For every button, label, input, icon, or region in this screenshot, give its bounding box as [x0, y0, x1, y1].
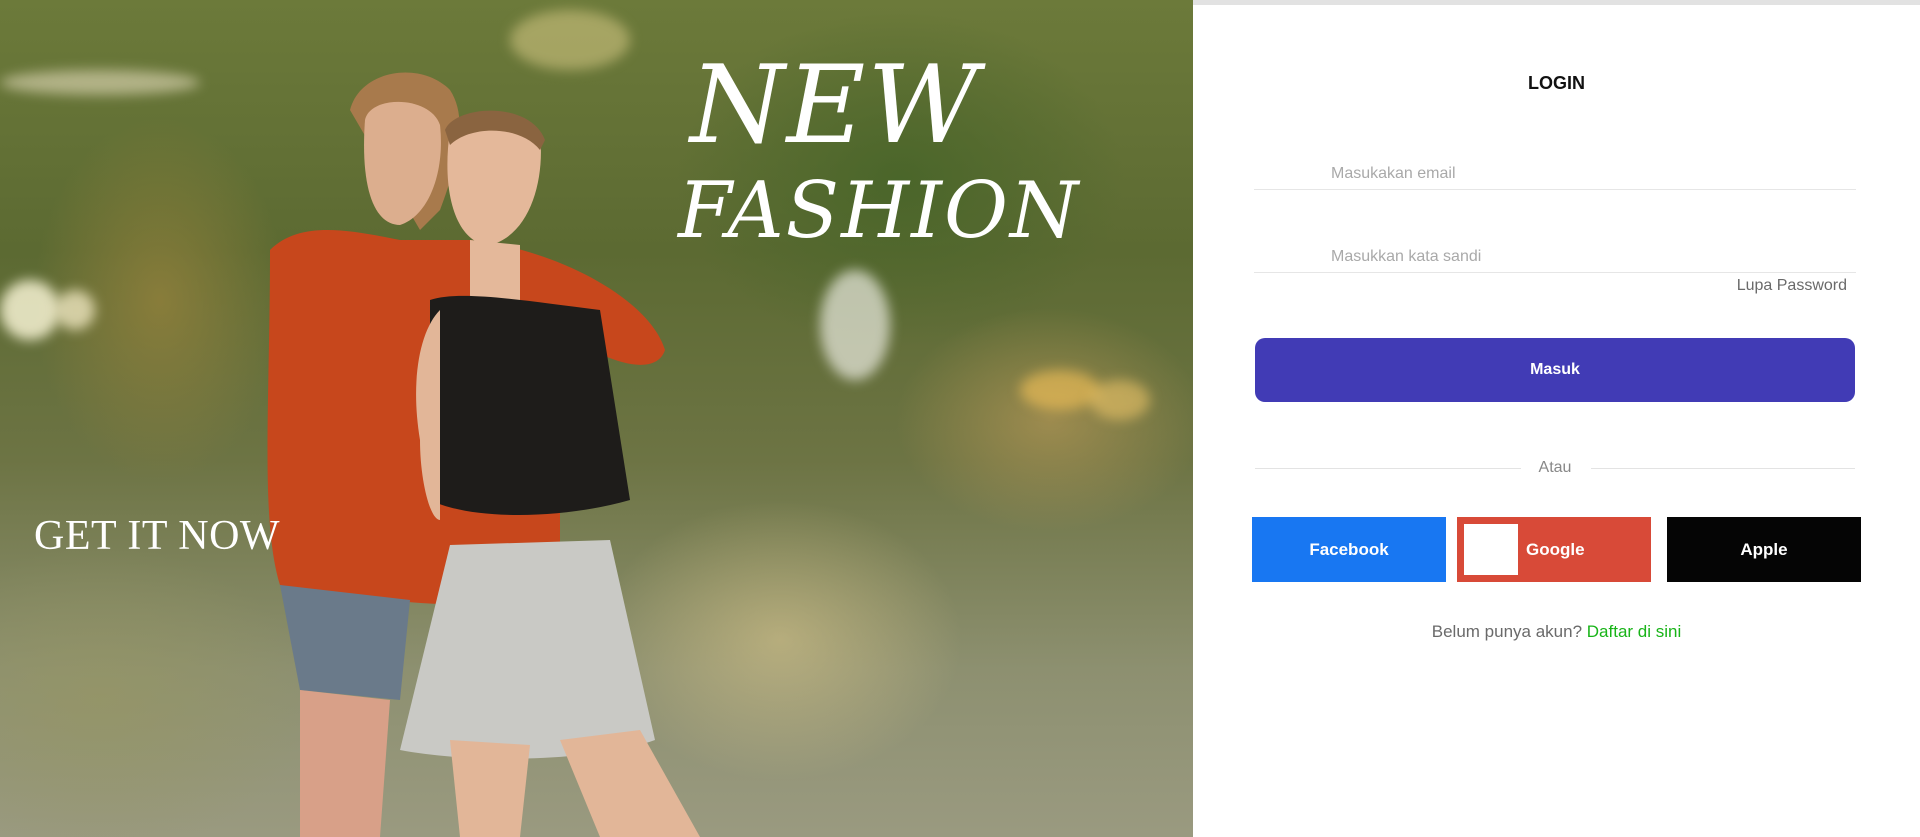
email-field — [1254, 146, 1856, 190]
hero-title-new: NEW — [690, 43, 981, 168]
email-input[interactable] — [1254, 146, 1856, 189]
login-submit-button[interactable]: Masuk — [1255, 338, 1855, 402]
signup-link[interactable]: Daftar di sini — [1587, 622, 1681, 641]
google-icon — [1464, 524, 1518, 575]
signup-prompt: Belum punya akun? Daftar di sini — [1193, 622, 1920, 642]
signup-prompt-text: Belum punya akun? — [1431, 622, 1583, 641]
hero-cta-text: GET IT NOW — [34, 513, 281, 559]
apple-login-button[interactable]: Apple — [1667, 517, 1861, 582]
hero-title-fashion: FASHION — [678, 166, 1081, 256]
password-input[interactable] — [1254, 229, 1856, 272]
login-title: LOGIN — [1528, 73, 1585, 93]
facebook-login-button[interactable]: Facebook — [1252, 517, 1446, 582]
divider-line-right — [1591, 468, 1855, 469]
google-login-button[interactable]: Google — [1457, 517, 1651, 582]
login-panel: LOGIN Lupa Password Masuk Atau Facebook … — [1193, 0, 1920, 837]
password-field — [1254, 229, 1856, 273]
google-login-label: Google — [1526, 540, 1585, 559]
forgot-password-link[interactable]: Lupa Password — [1737, 277, 1847, 295]
or-divider: Atau — [1255, 457, 1855, 479]
hero-banner-image: NEW FASHION GET IT NOW — [0, 0, 1193, 837]
